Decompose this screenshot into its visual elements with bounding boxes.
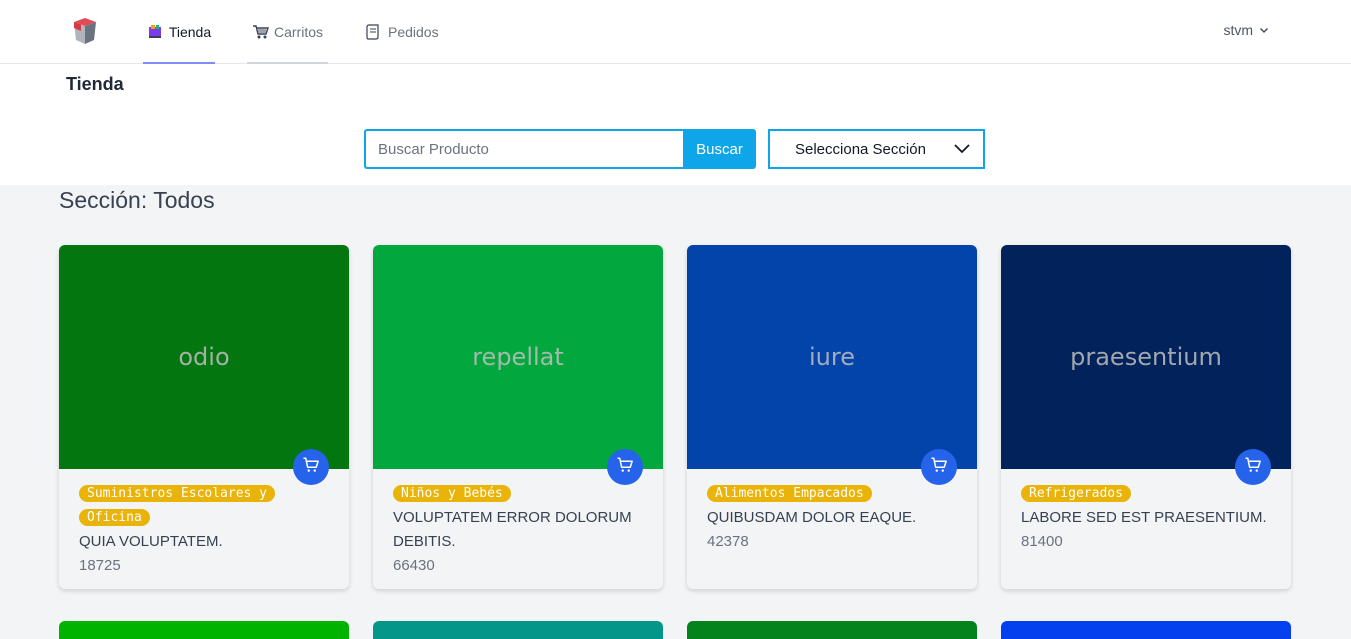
product-price: 81400: [1021, 533, 1063, 550]
product-name: QUIA VOLUPTATEM.: [79, 533, 223, 550]
product-image-text: iure: [809, 343, 855, 371]
product-card-partial[interactable]: [373, 621, 663, 639]
chevron-down-icon: [953, 141, 971, 158]
product-image: repellat: [373, 245, 663, 469]
cart-icon: [1244, 456, 1262, 479]
cart-icon: [252, 24, 269, 40]
page-title: Tienda: [66, 74, 124, 94]
product-card-partial[interactable]: [687, 621, 977, 639]
nav-tab-pedidos[interactable]: Pedidos: [366, 0, 439, 64]
product-image: odio: [59, 245, 349, 469]
product-price: 18725: [79, 557, 121, 574]
product-price: 66430: [393, 557, 435, 574]
product-image: praesentium: [1001, 245, 1291, 469]
product-info: Suministros Escolares y Oficina QUIA VOL…: [79, 482, 329, 578]
product-image: iure: [687, 245, 977, 469]
product-image-text: odio: [178, 343, 230, 371]
chevron-down-icon: [1259, 22, 1269, 38]
category-badge: Niños y Bebés: [393, 482, 643, 506]
product-name: LABORE SED EST PRAESENTIUM.: [1021, 509, 1267, 526]
product-name: QUIBUSDAM DOLOR EAQUE.: [707, 509, 917, 526]
product-card-partial[interactable]: [59, 621, 349, 639]
add-to-cart-button[interactable]: [607, 449, 643, 485]
user-menu[interactable]: stvm: [1223, 22, 1269, 38]
search-bar: Buscar: [364, 129, 756, 169]
product-name: VOLUPTATEM ERROR DOLORUM DEBITIS.: [393, 509, 632, 550]
product-image-text: repellat: [472, 343, 564, 371]
shop-icon: [147, 24, 163, 40]
cart-icon: [302, 456, 320, 479]
add-to-cart-button[interactable]: [921, 449, 957, 485]
product-card[interactable]: iure Alimentos Empacados QUIBUSDAM DOLOR…: [687, 245, 977, 589]
section-select[interactable]: Selecciona Sección: [768, 129, 985, 169]
top-navbar: Tienda Carritos Pedidos stvm: [0, 0, 1351, 64]
category-badge: Alimentos Empacados: [707, 482, 957, 506]
add-to-cart-button[interactable]: [1235, 449, 1271, 485]
product-card-partial[interactable]: [1001, 621, 1291, 639]
product-info: Alimentos Empacados QUIBUSDAM DOLOR EAQU…: [707, 482, 957, 554]
cart-icon: [930, 456, 948, 479]
page-header: Tienda Buscar Selecciona Sección: [0, 64, 1351, 185]
product-image-text: praesentium: [1070, 343, 1222, 371]
search-input[interactable]: [364, 129, 683, 169]
search-button[interactable]: Buscar: [683, 129, 756, 169]
product-info: Niños y Bebés VOLUPTATEM ERROR DOLORUM D…: [393, 482, 643, 578]
nav-tab-tienda[interactable]: Tienda: [143, 0, 215, 64]
product-price: 42378: [707, 533, 749, 550]
product-card[interactable]: repellat Niños y Bebés VOLUPTATEM ERROR …: [373, 245, 663, 589]
nav-tab-label: Carritos: [273, 24, 323, 40]
category-badge: Refrigerados: [1021, 482, 1271, 506]
section-select-value: Selecciona Sección: [795, 140, 926, 158]
nav-tab-label: Pedidos: [388, 24, 439, 40]
cart-icon: [616, 456, 634, 479]
product-card[interactable]: praesentium Refrigerados LABORE SED EST …: [1001, 245, 1291, 589]
nav-tab-label: Tienda: [168, 24, 212, 40]
category-badge: Suministros Escolares y Oficina: [79, 482, 329, 530]
product-info: Refrigerados LABORE SED EST PRAESENTIUM.…: [1021, 482, 1271, 554]
logo-icon[interactable]: [70, 16, 100, 46]
product-card[interactable]: odio Suministros Escolares y Oficina QUI…: [59, 245, 349, 589]
receipt-icon: [366, 24, 382, 40]
section-heading: Sección: Todos: [59, 187, 215, 213]
nav-tab-carritos[interactable]: Carritos: [247, 0, 328, 64]
add-to-cart-button[interactable]: [293, 449, 329, 485]
username: stvm: [1223, 22, 1253, 38]
